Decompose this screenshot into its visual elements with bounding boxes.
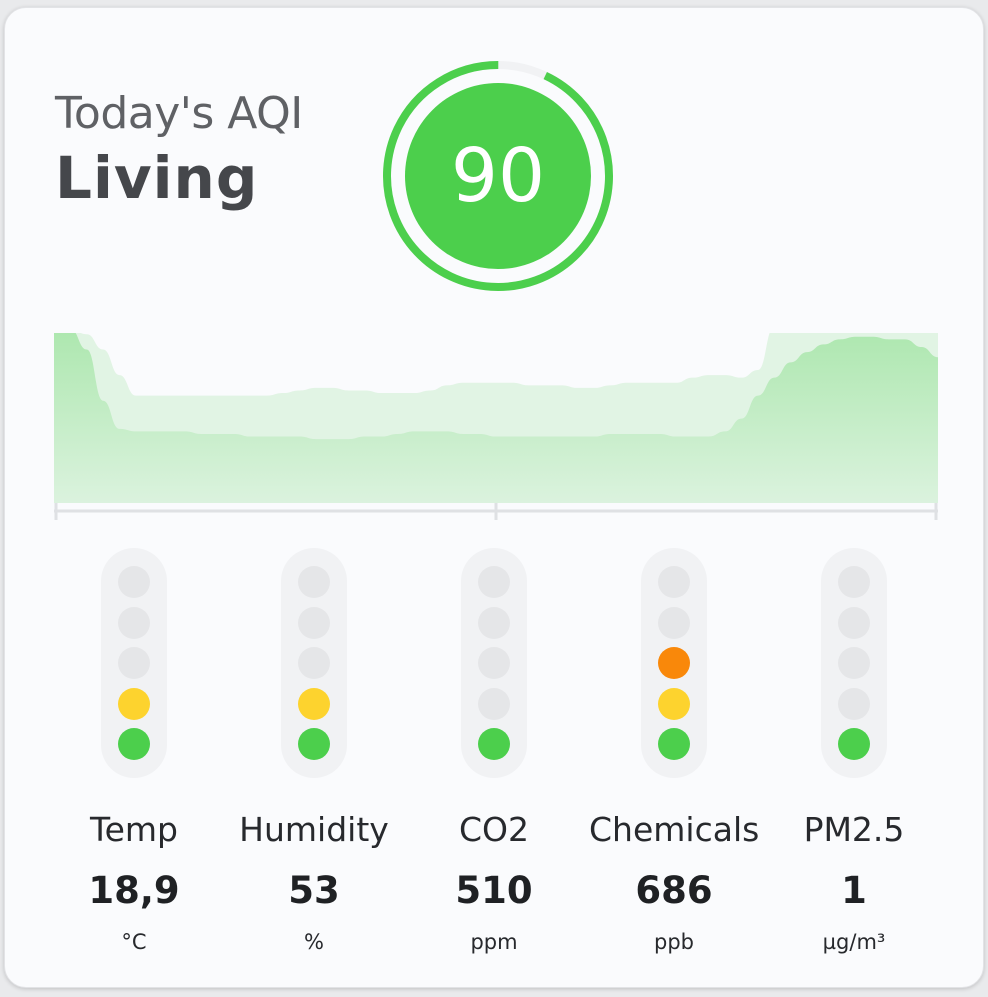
- sensor-unit: °C: [121, 930, 147, 954]
- level-dot-4: [298, 606, 330, 639]
- level-dot-1: [658, 728, 690, 760]
- aqi-gauge[interactable]: 90: [380, 58, 616, 294]
- level-dot-1: [838, 728, 870, 760]
- sensor-value: 686: [635, 869, 713, 912]
- sensor-label: CO2: [458, 810, 529, 849]
- aqi-value: 90: [450, 133, 546, 219]
- aqi-subtitle: Today's AQI: [55, 88, 303, 139]
- level-dot-3: [658, 647, 690, 679]
- sensor-humidity[interactable]: Humidity 53 %: [229, 548, 399, 968]
- level-dot-3: [838, 647, 870, 679]
- level-indicator: [281, 548, 347, 778]
- level-dot-3: [298, 647, 330, 679]
- sensor-value: 1: [841, 869, 867, 912]
- sensor-co2[interactable]: CO2 510 ppm: [409, 548, 579, 968]
- sensor-value: 18,9: [88, 869, 180, 912]
- aqi-history-chart[interactable]: [54, 333, 938, 523]
- sensor-unit: ppm: [470, 930, 518, 954]
- sensor-label: Temp: [90, 810, 178, 849]
- aqi-card: Today's AQI Living 90 Temp 18,9 °C Humid…: [4, 7, 984, 988]
- level-dot-5: [118, 566, 150, 598]
- level-dot-2: [478, 687, 510, 720]
- level-dot-2: [658, 687, 690, 720]
- level-dot-4: [658, 606, 690, 639]
- sensor-pm25[interactable]: PM2.5 1 µg/m³: [769, 548, 939, 968]
- level-dot-1: [118, 728, 150, 760]
- level-dot-4: [478, 606, 510, 639]
- sensor-value: 53: [288, 869, 340, 912]
- sensor-label: Chemicals: [589, 810, 760, 849]
- level-dot-5: [298, 566, 330, 598]
- level-dot-5: [658, 566, 690, 598]
- level-dot-4: [118, 606, 150, 639]
- level-indicator: [461, 548, 527, 778]
- level-dot-2: [838, 687, 870, 720]
- room-name: Living: [55, 144, 259, 212]
- level-dot-3: [478, 647, 510, 679]
- level-dot-5: [838, 566, 870, 598]
- sensor-unit: %: [304, 930, 324, 954]
- sensor-unit: ppb: [654, 930, 694, 954]
- level-dot-1: [478, 728, 510, 760]
- sensor-label: PM2.5: [803, 810, 905, 849]
- sensor-unit: µg/m³: [822, 930, 886, 954]
- level-indicator: [101, 548, 167, 778]
- sensor-temp[interactable]: Temp 18,9 °C: [49, 548, 219, 968]
- level-dot-2: [298, 687, 330, 720]
- level-dot-3: [118, 647, 150, 679]
- level-dot-1: [298, 728, 330, 760]
- sensor-label: Humidity: [239, 810, 389, 849]
- level-dot-5: [478, 566, 510, 598]
- sensor-chemicals[interactable]: Chemicals 686 ppb: [589, 548, 759, 968]
- level-dot-2: [118, 687, 150, 720]
- sensor-value: 510: [455, 869, 533, 912]
- level-dot-4: [838, 606, 870, 639]
- level-indicator: [641, 548, 707, 778]
- level-indicator: [821, 548, 887, 778]
